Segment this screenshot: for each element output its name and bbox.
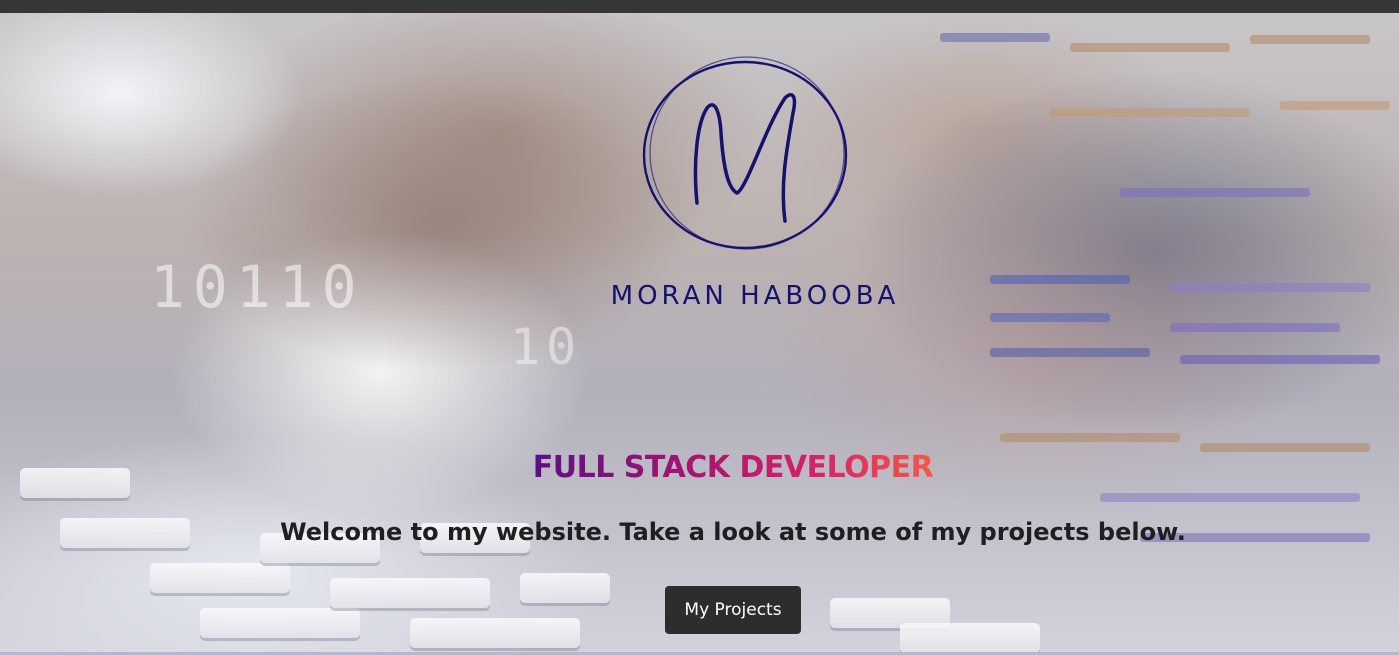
welcome-message: Welcome to my website. Take a look at so… [280, 518, 1186, 546]
page-title: FULL STACK DEVELOPER [0, 450, 1399, 485]
headline-text: FULL STACK DEVELOPER [532, 450, 934, 485]
my-projects-button[interactable]: My Projects [665, 586, 801, 634]
hero-section: 10110 10 MORAN HABOOBA FULL STACK DEVELO… [0, 13, 1399, 653]
brand-name: MORAN HABOOBA [610, 281, 900, 311]
browser-top-bar [0, 0, 1399, 13]
logo-monogram-icon [642, 56, 848, 250]
